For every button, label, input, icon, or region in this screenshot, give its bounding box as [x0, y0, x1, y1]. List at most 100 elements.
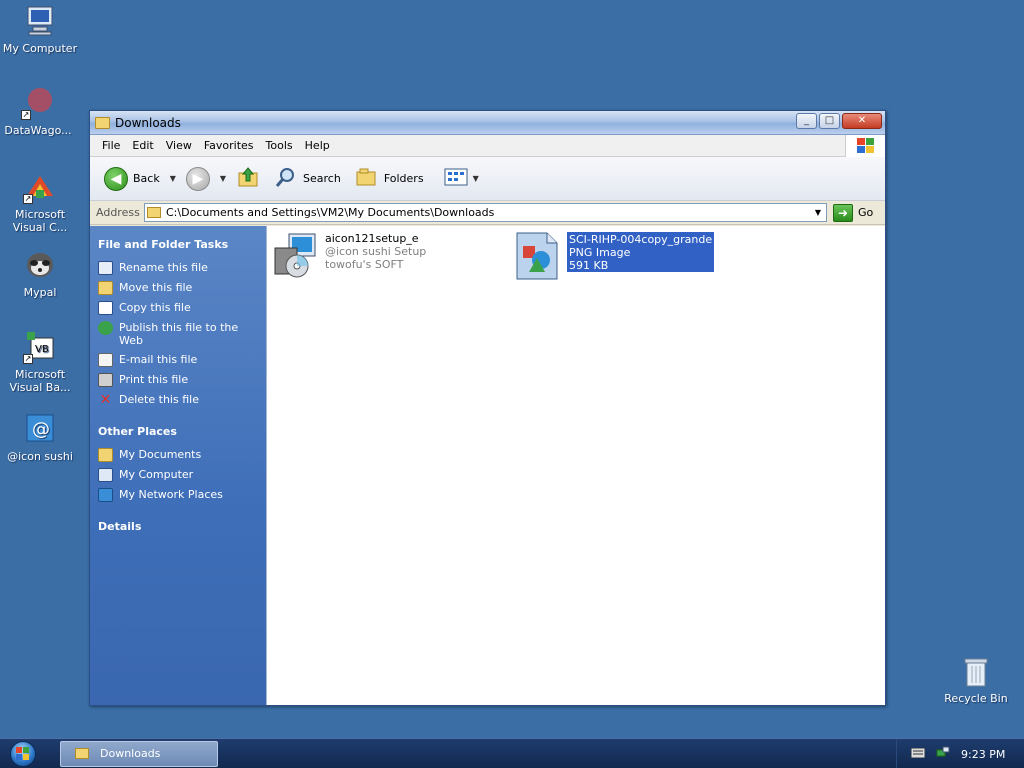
- go-label: Go: [858, 206, 874, 219]
- forward-arrow-icon: ▶: [185, 166, 210, 191]
- task-email[interactable]: E-mail this file: [98, 353, 258, 367]
- explorer-window: Downloads _ □ ✕ File Edit View Favorites…: [89, 110, 886, 706]
- task-label: Move this file: [119, 281, 193, 294]
- file-item-installer[interactable]: aicon121setup_e @icon sushi Setup towofu…: [271, 232, 426, 280]
- up-folder-button[interactable]: [232, 163, 264, 194]
- png-image-icon: [513, 232, 561, 280]
- desktop-icon-label: Recycle Bin: [944, 692, 1008, 705]
- file-folder-tasks-title[interactable]: File and Folder Tasks: [98, 238, 258, 251]
- desktop-icon-visual-basic[interactable]: VB ↗ Microsoft Visual Ba...: [2, 330, 78, 394]
- folders-label: Folders: [383, 172, 424, 185]
- task-label: Delete this file: [119, 393, 199, 406]
- file-size: 591 KB: [569, 259, 609, 272]
- desktop-icon-label: Mypal: [23, 286, 57, 299]
- go-arrow-icon: ➜: [833, 203, 853, 222]
- file-name: SCI-RIHP-004copy_grande: [569, 233, 713, 246]
- menu-view[interactable]: View: [160, 139, 198, 152]
- task-delete[interactable]: ✕ Delete this file: [98, 393, 258, 407]
- publish-icon: [98, 321, 113, 335]
- window-title: Downloads: [115, 115, 181, 130]
- menu-tools[interactable]: Tools: [260, 139, 299, 152]
- recycle-bin-icon: [961, 656, 991, 688]
- my-computer-icon: [98, 468, 113, 482]
- task-move[interactable]: Move this file: [98, 281, 258, 295]
- menu-edit[interactable]: Edit: [126, 139, 159, 152]
- window-content: File and Folder Tasks Rename this file M…: [90, 226, 885, 705]
- email-icon: [98, 353, 113, 367]
- desktop-icon-label: DataWago...: [4, 124, 72, 137]
- task-print[interactable]: Print this file: [98, 373, 258, 387]
- forward-dropdown-icon[interactable]: ▼: [220, 174, 226, 183]
- desktop-icon-label: My Computer: [2, 42, 78, 55]
- address-value: C:\Documents and Settings\VM2\My Documen…: [166, 206, 495, 219]
- menu-file[interactable]: File: [96, 139, 126, 152]
- desktop-icon-label: Microsoft Visual Ba...: [9, 368, 71, 394]
- views-button[interactable]: ▼: [440, 165, 483, 192]
- taskbar: Downloads 9:23 PM: [0, 738, 1024, 768]
- folder-icon: [95, 116, 110, 129]
- folder-icon: [147, 207, 161, 218]
- task-copy[interactable]: Copy this file: [98, 301, 258, 315]
- up-folder-icon: [236, 165, 260, 192]
- details-title[interactable]: Details: [98, 520, 258, 533]
- file-description: @icon sushi Setup: [325, 245, 427, 258]
- back-arrow-icon: ◀: [104, 166, 128, 191]
- desktop-icon-visual-c[interactable]: ↗ Microsoft Visual C...: [2, 170, 78, 234]
- task-publish[interactable]: Publish this file to the Web: [98, 321, 258, 347]
- menu-help[interactable]: Help: [299, 139, 336, 152]
- back-button[interactable]: ◀ Back: [100, 165, 164, 193]
- menu-favorites[interactable]: Favorites: [198, 139, 260, 152]
- go-button[interactable]: ➜ Go: [833, 203, 874, 222]
- task-label: Copy this file: [119, 301, 191, 314]
- details-section: Details: [98, 520, 258, 533]
- desktop-icon-datawagon[interactable]: ↗ DataWago...: [0, 86, 76, 137]
- folders-button[interactable]: Folders: [351, 163, 428, 194]
- svg-text:VB: VB: [35, 344, 49, 355]
- taskbar-item-downloads[interactable]: Downloads: [60, 740, 218, 767]
- desktop-icon-my-computer[interactable]: My Computer: [2, 4, 78, 55]
- rename-icon: [98, 261, 113, 275]
- place-label: My Documents: [119, 448, 202, 461]
- desktop-icon-recycle-bin[interactable]: Recycle Bin: [941, 656, 1011, 705]
- windows-logo-icon: [845, 135, 885, 157]
- print-icon: [98, 373, 113, 387]
- minimize-button[interactable]: _: [796, 113, 817, 129]
- maximize-button[interactable]: □: [819, 113, 840, 129]
- search-icon: [274, 165, 298, 192]
- close-button[interactable]: ✕: [842, 113, 882, 129]
- desktop-icon-label: @icon sushi: [7, 450, 73, 463]
- file-company: towofu's SOFT: [325, 258, 404, 271]
- clock[interactable]: 9:23 PM: [961, 748, 1005, 761]
- file-type: PNG Image: [569, 246, 631, 259]
- place-network[interactable]: My Network Places: [98, 488, 258, 502]
- desktop-icon-label: Microsoft Visual C...: [12, 208, 68, 234]
- address-dropdown-icon[interactable]: ▼: [810, 204, 826, 221]
- icon-sushi-icon: @: [23, 412, 57, 446]
- task-rename[interactable]: Rename this file: [98, 261, 258, 275]
- search-button[interactable]: Search: [270, 163, 345, 194]
- views-icon: [444, 167, 468, 190]
- task-label: Print this file: [119, 373, 189, 386]
- installer-icon: [271, 232, 319, 280]
- file-item-png[interactable]: SCI-RIHP-004copy_grande PNG Image 591 KB: [513, 232, 715, 280]
- file-list: aicon121setup_e @icon sushi Setup towofu…: [266, 226, 885, 705]
- network-icon[interactable]: [935, 746, 951, 763]
- datawagon-icon: ↗: [21, 86, 55, 120]
- mypal-icon: [23, 248, 57, 282]
- address-input[interactable]: C:\Documents and Settings\VM2\My Documen…: [144, 203, 827, 222]
- forward-button[interactable]: ▶: [182, 165, 214, 193]
- search-label: Search: [303, 172, 341, 185]
- keyboard-icon[interactable]: [910, 747, 926, 761]
- place-my-documents[interactable]: My Documents: [98, 448, 258, 462]
- desktop-icon-icon-sushi[interactable]: @ @icon sushi: [2, 412, 78, 463]
- file-folder-tasks: File and Folder Tasks Rename this file M…: [98, 238, 258, 407]
- desktop-icon-mypal[interactable]: Mypal: [2, 248, 78, 299]
- place-my-computer[interactable]: My Computer: [98, 468, 258, 482]
- title-bar[interactable]: Downloads _ □ ✕: [90, 111, 885, 135]
- taskbar-item-label: Downloads: [100, 747, 161, 760]
- other-places-title[interactable]: Other Places: [98, 425, 258, 438]
- back-dropdown-icon[interactable]: ▼: [170, 174, 176, 183]
- svg-text:@: @: [32, 419, 50, 440]
- start-button[interactable]: [0, 739, 46, 768]
- shortcut-arrow-icon: ↗: [23, 194, 33, 204]
